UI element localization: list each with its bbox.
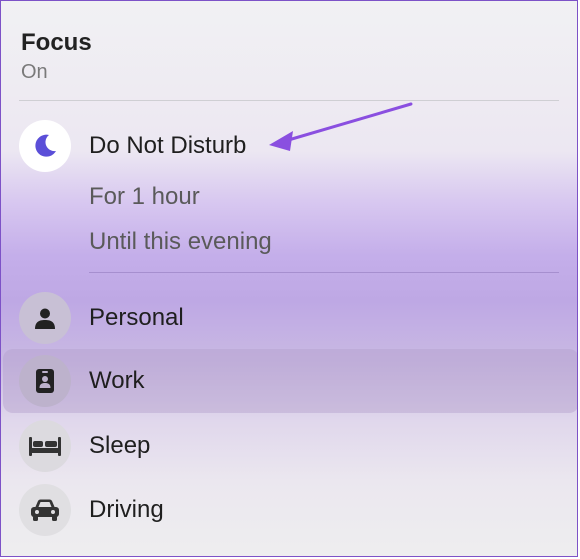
divider [89,272,559,273]
dnd-option-1-hour[interactable]: For 1 hour [89,183,200,211]
dnd-label: Do Not Disturb [89,132,247,159]
mode-item-driving[interactable]: Driving [1,481,577,539]
bed-icon [19,420,71,472]
mode-item-work[interactable]: Work [1,352,577,410]
mode-item-sleep[interactable]: Sleep [1,417,577,475]
car-icon [19,484,71,536]
mode-item-personal[interactable]: Personal [1,289,577,347]
annotation-arrow-icon [269,102,413,151]
mode-label: Driving [89,496,164,523]
focus-panel: Focus On Do Not Disturb For 1 hour Until… [0,0,578,557]
focus-status: On [21,61,48,83]
mode-label: Work [89,367,145,394]
badge-icon [19,355,71,407]
moon-icon [19,120,71,172]
panel-title: Focus [21,29,92,56]
mode-label: Personal [89,304,184,331]
dnd-option-evening[interactable]: Until this evening [89,228,272,256]
mode-label: Sleep [89,432,151,459]
person-icon [19,292,71,344]
